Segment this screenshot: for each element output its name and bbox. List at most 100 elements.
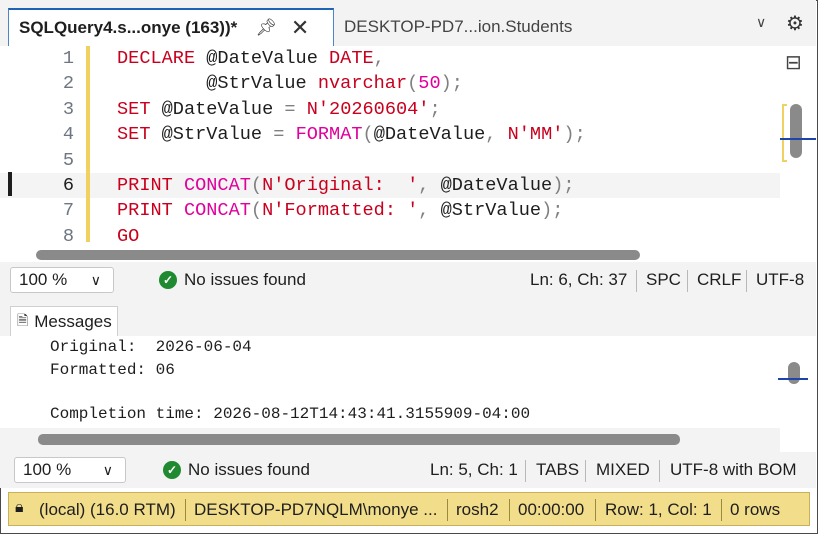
results-pane-header: 🗎︎ Messages <box>0 298 816 336</box>
divider <box>687 270 688 292</box>
elapsed-time: 00:00:00 <box>518 500 585 519</box>
code-token: = <box>284 98 307 120</box>
code-token: ); <box>541 200 564 222</box>
messages-tab-label: Messages <box>34 311 112 331</box>
issues-status[interactable]: No issues found <box>188 460 310 480</box>
messages-hscroll-thumb[interactable] <box>38 434 680 445</box>
tab-title-inactive: DESKTOP-PD7...ion.Students <box>344 17 573 36</box>
line-ending[interactable]: CRLF <box>697 270 741 290</box>
code-token: @DateValue <box>440 175 553 196</box>
split-editor-icon[interactable]: ⊟ <box>785 50 802 75</box>
cursor-position[interactable]: Ln: 6, Ch: 37 <box>530 270 627 290</box>
tab-sqlquery4[interactable]: SQLQuery4.s...onye (163))* 📌︎ ✕ <box>8 8 334 46</box>
code-token: ( <box>250 200 263 222</box>
login-info: DESKTOP-PD7NQLM\monye ... <box>194 500 438 519</box>
connection-bar: 🔒︎ (local) (16.0 RTM) DESKTOP-PD7NQLM\mo… <box>8 492 810 526</box>
line-number: 3 <box>62 98 74 120</box>
editor-vscroll-thumb[interactable] <box>790 104 802 158</box>
line-number: 4 <box>62 124 74 146</box>
code-token: N'MM' <box>507 124 564 146</box>
divider <box>585 460 586 482</box>
code-line[interactable]: 6 PRINT CONCAT(N'Original: ', @DateValue)… <box>0 173 780 198</box>
scrollbar-caret-marker <box>780 138 816 140</box>
code-text: SET @StrValue = FORMAT(@DateValue, N'MM'… <box>117 122 586 147</box>
whitespace-mode[interactable]: SPC <box>646 270 681 290</box>
chevron-down-icon[interactable]: ∨ <box>756 14 766 31</box>
code-token: SET <box>117 124 162 146</box>
whitespace-mode[interactable]: TABS <box>536 460 579 480</box>
code-token: @StrValue <box>161 124 274 146</box>
divider <box>185 499 186 521</box>
line-ending[interactable]: MIXED <box>596 460 650 480</box>
messages-icon: 🗎︎ <box>17 311 29 328</box>
code-text: DECLARE @DateValue DATE, <box>117 46 385 71</box>
code-token: CONCAT <box>183 175 251 196</box>
code-token: N'20260604' <box>306 98 430 120</box>
pin-icon[interactable]: 📌︎ <box>255 18 277 38</box>
editor-hscroll-thumb[interactable] <box>36 250 640 260</box>
divider <box>447 499 448 521</box>
line-number: 2 <box>62 73 74 95</box>
messages-output[interactable]: Original: 2026-06-04 Formatted: 06 Compl… <box>0 336 816 452</box>
code-token: SET <box>117 98 162 120</box>
code-text: PRINT CONCAT(N'Formatted: ', @StrValue); <box>117 198 563 223</box>
divider <box>659 460 660 482</box>
check-circle-icon: ✓ <box>163 461 181 479</box>
code-token: ( <box>250 175 263 196</box>
code-token: ; <box>429 98 441 120</box>
code-token: CONCAT <box>183 200 251 222</box>
divider <box>595 499 596 521</box>
close-icon[interactable]: ✕ <box>291 15 309 41</box>
encoding[interactable]: UTF-8 with BOM <box>670 460 797 480</box>
divider <box>746 270 747 292</box>
code-line[interactable]: 3 SET @DateValue = N'20260604'; <box>0 97 780 122</box>
code-token: N'Formatted: ' <box>262 200 419 222</box>
tab-messages[interactable]: 🗎︎ Messages <box>10 306 118 336</box>
code-line[interactable]: 2 @StrValue nvarchar(50); <box>0 71 780 96</box>
issues-status[interactable]: No issues found <box>184 270 306 290</box>
code-token: @DateValue <box>373 124 486 146</box>
code-token: , <box>418 175 441 196</box>
divider <box>721 499 722 521</box>
editor-status-bar: 100 % ∨ ✓ No issues found Ln: 6, Ch: 37 … <box>0 262 816 298</box>
code-line[interactable]: 5 <box>0 148 780 173</box>
server-info: (local) (16.0 RTM) <box>39 500 176 519</box>
zoom-value: 100 % <box>19 270 68 289</box>
message-line: Completion time: 2026-08-12T14:43:41.315… <box>50 405 531 423</box>
code-text: PRINT CONCAT(N'Original: ', @DateValue); <box>117 173 575 198</box>
code-token: ); <box>440 73 463 95</box>
code-line[interactable]: 1 DECLARE @DateValue DATE, <box>0 46 780 71</box>
code-editor[interactable]: 1 DECLARE @DateValue DATE, 2 @StrValue nva… <box>0 46 816 262</box>
current-line-marker <box>8 172 12 196</box>
code-token: ); <box>563 124 586 146</box>
messages-vscroll-thumb[interactable] <box>788 362 800 384</box>
message-line: Formatted: 06 <box>50 361 175 379</box>
code-token: DATE <box>329 48 374 69</box>
code-text: SET @DateValue = N'20260604'; <box>117 97 441 122</box>
code-token: nvarchar <box>317 73 408 95</box>
line-number: 5 <box>62 149 74 171</box>
code-line[interactable]: 4 SET @StrValue = FORMAT(@DateValue, N'MM… <box>0 122 780 147</box>
cursor-position[interactable]: Ln: 5, Ch: 1 <box>430 460 518 480</box>
code-token: FORMAT <box>295 124 363 146</box>
tab-students[interactable]: DESKTOP-PD7...ion.Students <box>334 8 634 46</box>
code-token: , <box>373 48 385 69</box>
divider <box>509 499 510 521</box>
code-token: @DateValue <box>161 98 285 120</box>
tab-title-active: SQLQuery4.s...onye (163))* <box>19 18 238 37</box>
zoom-value: 100 % <box>23 460 72 479</box>
database-name: rosh2 <box>456 500 499 519</box>
zoom-dropdown[interactable]: 100 % ∨ <box>14 457 126 483</box>
code-token: ( <box>407 73 419 95</box>
code-token: @DateValue <box>206 48 330 69</box>
code-token: DECLARE <box>117 48 207 69</box>
lock-icon: 🔒︎ <box>15 499 24 516</box>
code-line[interactable]: 7 PRINT CONCAT(N'Formatted: ', @StrValue)… <box>0 198 780 223</box>
code-token: 50 <box>418 73 441 95</box>
code-token: PRINT <box>117 175 184 196</box>
line-number: 7 <box>62 200 74 222</box>
divider <box>636 270 637 292</box>
gear-icon[interactable]: ⚙ <box>786 11 804 36</box>
zoom-dropdown[interactable]: 100 % ∨ <box>10 267 114 293</box>
encoding[interactable]: UTF-8 <box>756 270 804 290</box>
